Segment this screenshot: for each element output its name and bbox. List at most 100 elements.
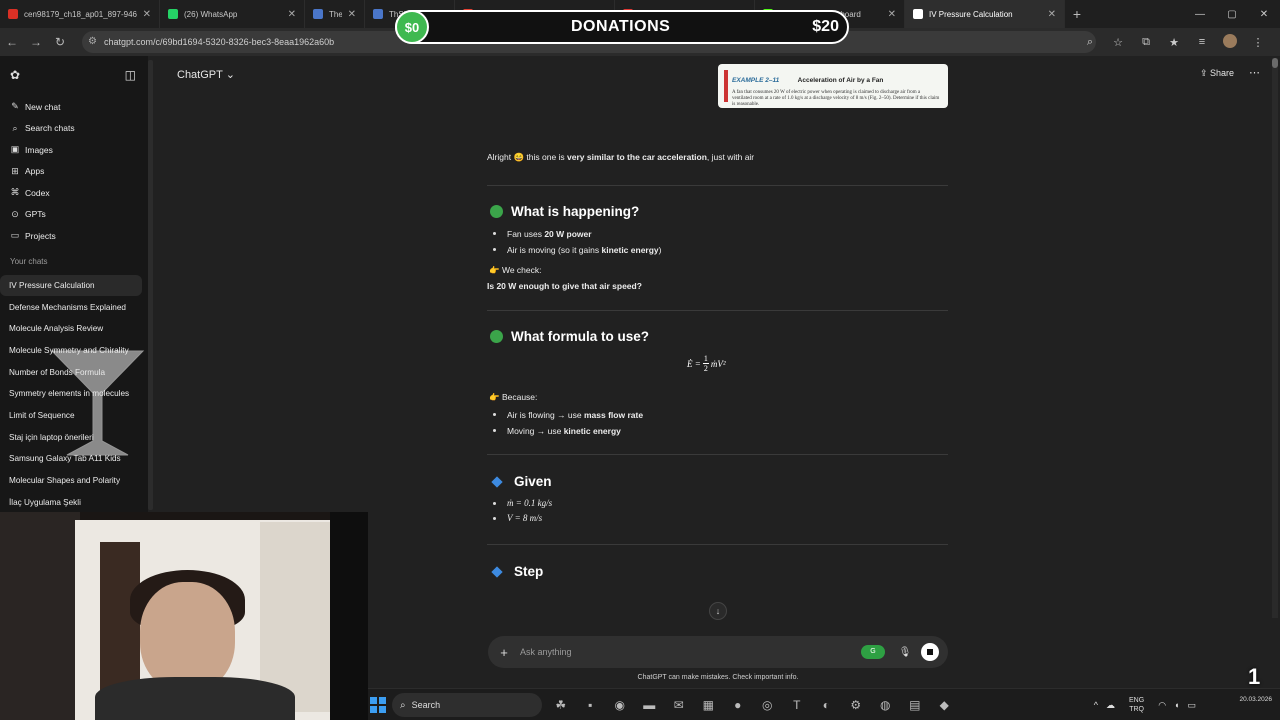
chat-history-item[interactable]: Molecule Analysis Review: [0, 318, 148, 340]
browser-tab[interactable]: (26) WhatsApp ✕: [160, 0, 305, 28]
more-options-icon[interactable]: ⋯: [1249, 66, 1260, 79]
apps-icon: ⊞: [11, 165, 19, 176]
sidebar-item-gpts[interactable]: ⊙ GPTs: [0, 204, 148, 226]
back-icon[interactable]: ←: [0, 35, 24, 49]
app-icon[interactable]: ◆: [930, 698, 960, 712]
profile-avatar[interactable]: [1216, 33, 1244, 51]
cloud-icon[interactable]: ☁: [1106, 700, 1115, 711]
chat-history-item[interactable]: İlaç Uygulama Şekli: [0, 491, 148, 513]
scroll-down-icon[interactable]: ↓: [709, 602, 727, 620]
sidebar-item-apps[interactable]: ⊞ Apps: [0, 161, 148, 183]
blue-diamond-icon: [491, 475, 503, 488]
given-velocity: V = 8 m/s: [493, 513, 542, 523]
chrome-icon[interactable]: ◎: [753, 698, 783, 712]
prompt-input[interactable]: [520, 642, 861, 662]
calculator-icon[interactable]: ▤: [900, 698, 930, 712]
donation-current: $0: [395, 10, 429, 44]
chat-history-item[interactable]: Defense Mechanisms Explained: [0, 296, 148, 318]
system-tray: ^ ☁ ENG TRQ ◠ ◖ ▭: [1090, 689, 1200, 720]
bookmark-star-icon[interactable]: ☆: [1104, 36, 1132, 49]
windows-start-icon[interactable]: [370, 697, 386, 713]
favorites-icon[interactable]: ★: [1160, 36, 1188, 49]
spotify-icon[interactable]: ●: [723, 698, 753, 712]
green-circle-icon: [490, 205, 503, 218]
tray-chevron-icon[interactable]: ^: [1094, 700, 1098, 710]
share-button[interactable]: ⇪ Share: [1200, 68, 1234, 79]
steam-icon[interactable]: ◐: [812, 698, 842, 712]
window-controls: — ▢ ✕: [1184, 0, 1280, 28]
browser-tab[interactable]: cen98179_ch18_ap01_897-946. ✕: [0, 0, 160, 28]
section-heading-step: Step: [490, 564, 543, 579]
sidebar-item-projects[interactable]: ▭ Projects: [0, 225, 148, 247]
clock[interactable]: 20.03.2026: [1239, 695, 1272, 705]
maximize-icon[interactable]: ▢: [1216, 9, 1248, 20]
tab-favicon-icon: [8, 9, 18, 19]
edge-icon[interactable]: ◉: [605, 698, 635, 712]
site-info-icon[interactable]: ⚙: [88, 36, 97, 47]
browser-tab[interactable]: IV Pressure Calculation ✕: [905, 0, 1065, 28]
microphone-icon[interactable]: 🎙: [895, 647, 915, 658]
teams-icon[interactable]: T: [782, 698, 812, 712]
reading-list-icon[interactable]: ≡: [1188, 36, 1216, 48]
tab-favicon-icon: [913, 9, 923, 19]
task-view-icon[interactable]: ▪: [576, 698, 606, 712]
settings-icon[interactable]: ⚙: [841, 698, 871, 712]
because-label: 👉 Because:: [489, 392, 538, 402]
close-tab-icon[interactable]: ✕: [143, 9, 151, 20]
chat-history-item[interactable]: IV Pressure Calculation: [0, 274, 142, 297]
sidebar-item-codex[interactable]: ⌘ Codex: [0, 182, 148, 204]
sidebar-item-new-chat[interactable]: ✎ New chat: [0, 96, 148, 118]
mail-icon[interactable]: ✉: [664, 698, 694, 712]
divider: [487, 185, 948, 186]
battery-icon[interactable]: ▭: [1187, 700, 1196, 711]
obs-icon[interactable]: ◍: [871, 698, 901, 712]
sidebar-scrollbar[interactable]: [148, 60, 153, 510]
close-tab-icon[interactable]: ✕: [1048, 9, 1056, 20]
widgets-icon[interactable]: ☘: [546, 698, 576, 712]
disclaimer: ChatGPT can make mistakes. Check importa…: [637, 674, 799, 681]
new-chat-icon: ✎: [11, 101, 19, 112]
store-icon[interactable]: ▦: [694, 698, 724, 712]
taskbar-search[interactable]: ⌕ Search: [392, 693, 542, 717]
donation-goal-overlay: $0 DONATIONS $20: [395, 10, 849, 44]
tab-title: (26) WhatsApp: [184, 9, 238, 19]
language-indicator[interactable]: ENG TRQ: [1129, 696, 1144, 714]
projects-icon: ▭: [10, 230, 20, 241]
close-tab-icon[interactable]: ✕: [888, 9, 896, 20]
green-circle-icon: [490, 330, 503, 343]
sidebar-item-search-chats[interactable]: ⌕ Search chats: [0, 118, 148, 140]
forward-icon[interactable]: →: [24, 35, 48, 49]
browser-tab[interactable]: Thermod ✕: [305, 0, 365, 28]
divider: [487, 544, 948, 545]
volume-icon[interactable]: ◖: [1174, 700, 1179, 710]
zoom-icon[interactable]: ⌕: [1076, 36, 1104, 49]
overlay-number: 1: [1248, 664, 1261, 689]
donation-goal: $20: [812, 18, 839, 35]
sidebar-item-images[interactable]: ▣ Images: [0, 139, 148, 161]
list-item: Moving → use kinetic energy: [493, 426, 621, 436]
uploaded-example-image[interactable]: EXAMPLE 2–11 Acceleration of Air by a Fa…: [718, 64, 948, 108]
collapse-sidebar-icon[interactable]: ◫: [125, 68, 136, 82]
browser-menu-icon[interactable]: ⋮: [1244, 36, 1272, 49]
stop-generating-button[interactable]: [921, 643, 939, 661]
add-attachment-icon[interactable]: +: [488, 645, 520, 660]
openai-logo-icon[interactable]: ✿: [10, 68, 20, 82]
divider: [487, 454, 948, 455]
extensions-icon[interactable]: ⧉: [1132, 36, 1160, 49]
file-explorer-icon[interactable]: ▬: [635, 698, 665, 712]
close-window-icon[interactable]: ✕: [1248, 9, 1280, 20]
page-scrollbar[interactable]: [1272, 58, 1278, 618]
tab-favicon-icon: [373, 9, 383, 19]
divider: [487, 310, 948, 311]
tab-favicon-icon: [168, 9, 178, 19]
close-tab-icon[interactable]: ✕: [288, 9, 296, 20]
reload-icon[interactable]: ↻: [48, 35, 72, 49]
chat-history-item[interactable]: Molecular Shapes and Polarity: [0, 470, 148, 492]
example-title: Acceleration of Air by a Fan: [797, 77, 884, 84]
model-selector[interactable]: ChatGPT ⌄: [177, 68, 235, 81]
wifi-icon[interactable]: ◠: [1158, 700, 1166, 711]
minimize-icon[interactable]: —: [1184, 9, 1216, 20]
new-tab-icon[interactable]: +: [1065, 6, 1089, 22]
grammarly-icon[interactable]: G: [861, 645, 885, 659]
close-tab-icon[interactable]: ✕: [348, 9, 356, 20]
